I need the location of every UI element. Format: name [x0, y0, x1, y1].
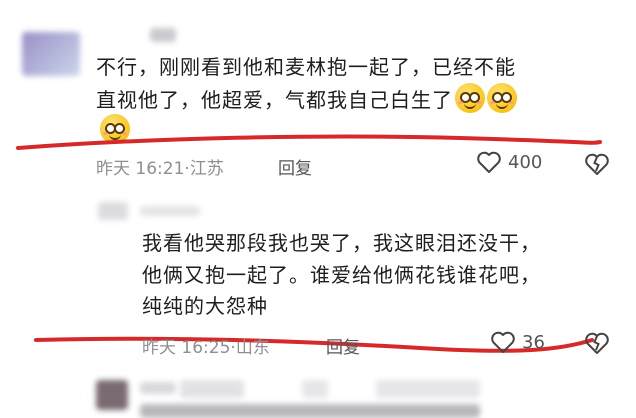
comment-1-meta: 昨天 16:21·江苏: [96, 154, 224, 179]
username-redacted[interactable]: [140, 382, 176, 394]
username-redacted[interactable]: [140, 206, 200, 216]
smiling-face-emoji-icon: [455, 83, 485, 113]
like-button[interactable]: 400: [476, 150, 542, 174]
heart-outline-icon: [491, 331, 515, 353]
username-redacted[interactable]: [302, 380, 328, 398]
like-count: 400: [508, 151, 543, 173]
comment-2-text-line-2: 他俩又抱一起了。谁爱给他俩花钱谁花吧，: [142, 263, 541, 287]
broken-heart-icon[interactable]: [584, 331, 610, 355]
username-redacted[interactable]: [180, 380, 244, 398]
comment-1-text-line-1: 不行，刚刚看到他和麦林抱一起了，已经不能: [96, 55, 516, 79]
avatar[interactable]: [98, 202, 128, 220]
avatar[interactable]: [96, 380, 128, 410]
comment-1-text-line-2: 直视他了，他超爱，气都我自己白生了: [96, 83, 517, 115]
comment-1-text-line-2-content: 直视他了，他超爱，气都我自己白生了: [96, 88, 453, 112]
like-count: 36: [522, 331, 545, 353]
broken-heart-icon[interactable]: [584, 152, 610, 176]
avatar[interactable]: [22, 32, 80, 76]
comment-time: 昨天 16:25: [142, 338, 231, 358]
comment-2-text-line-3: 纯纯的大怨种: [142, 294, 268, 318]
username-redacted[interactable]: [150, 28, 176, 42]
reply-button[interactable]: 回复: [326, 333, 360, 358]
smiling-face-emoji-icon: [487, 83, 517, 113]
username-redacted[interactable]: [376, 380, 480, 398]
heart-outline-icon: [477, 151, 501, 173]
comment-time: 昨天 16:21: [96, 159, 185, 179]
reply-button[interactable]: 回复: [278, 154, 312, 179]
like-button[interactable]: 36: [490, 330, 545, 354]
comment-location: 山东: [235, 338, 270, 358]
comment-2-meta: 昨天 16:25·山东: [142, 333, 270, 358]
comment-2-text-line-1: 我看他哭那段我也哭了，我这眼泪还没干，: [142, 231, 541, 255]
comment-location: 江苏: [189, 159, 224, 179]
